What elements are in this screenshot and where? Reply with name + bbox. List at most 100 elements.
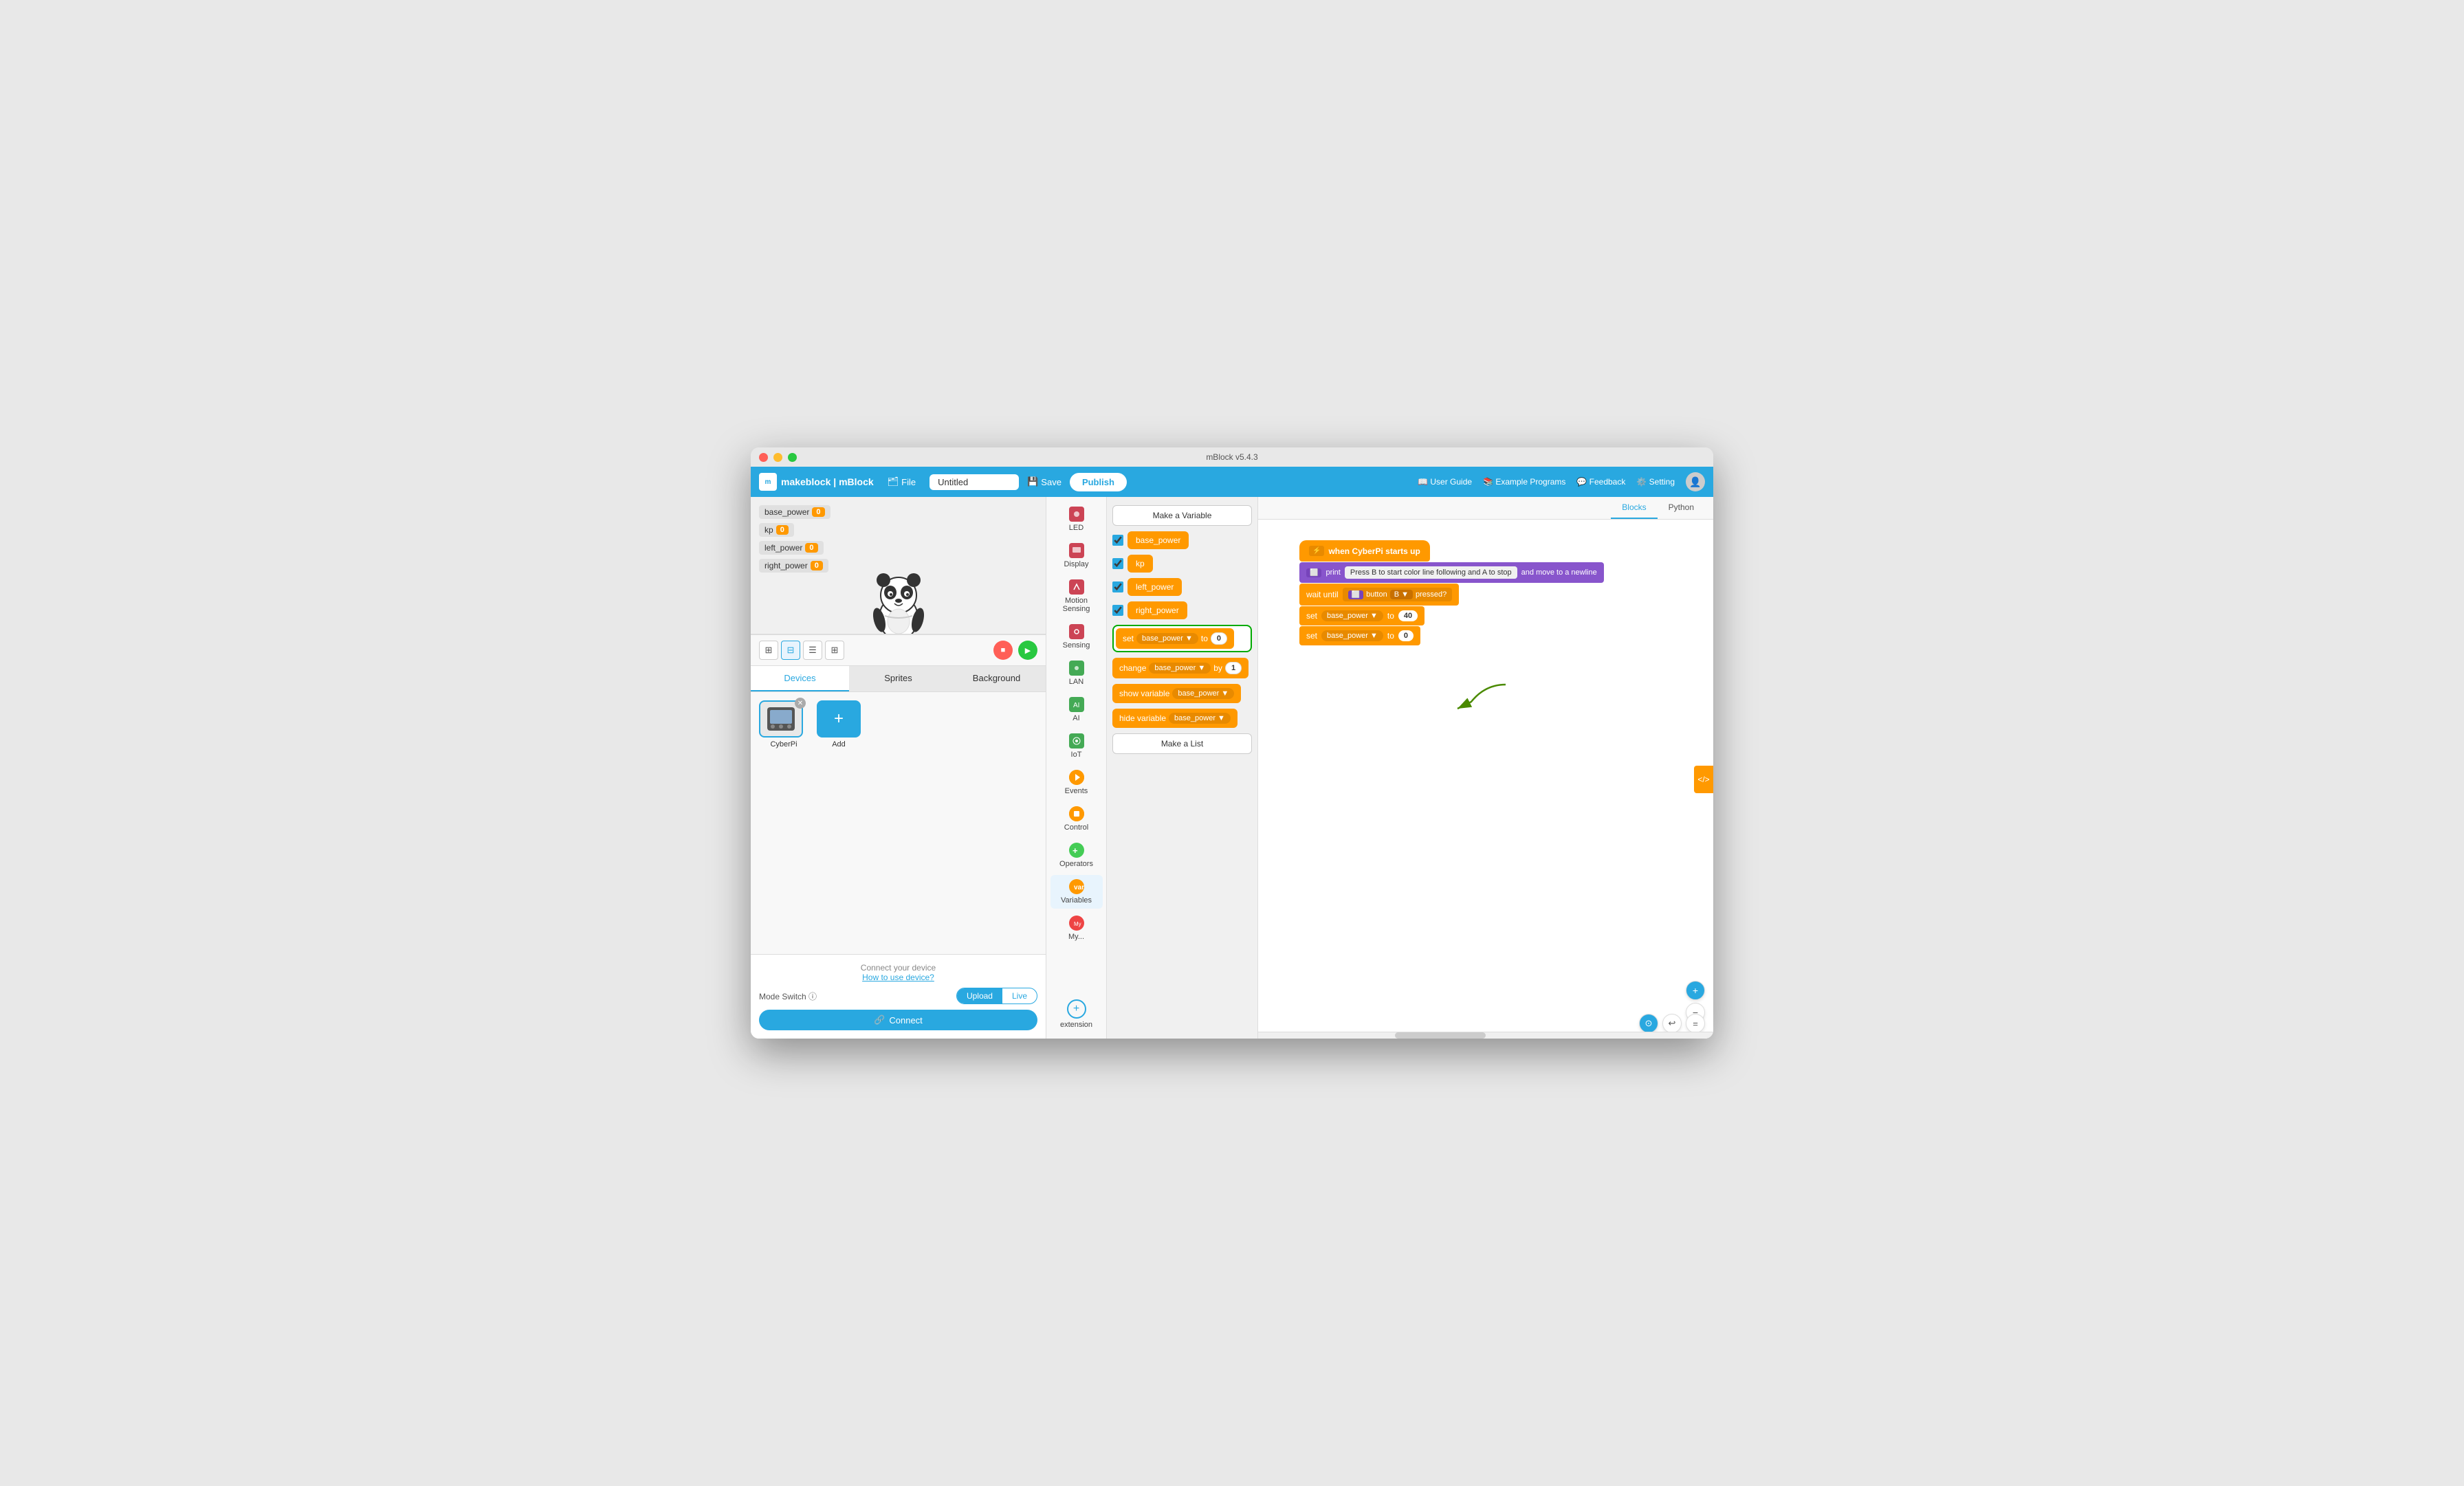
code-toggle-btn[interactable]: </> bbox=[1694, 766, 1713, 793]
button-b[interactable]: B ▼ bbox=[1390, 590, 1413, 599]
publish-button[interactable]: Publish bbox=[1070, 473, 1127, 491]
maximize-button[interactable] bbox=[788, 453, 797, 462]
show-var-dropdown[interactable]: base_power ▼ bbox=[1172, 688, 1234, 699]
cat-control[interactable]: Control bbox=[1050, 802, 1103, 836]
checkbox-left-power-input[interactable] bbox=[1112, 581, 1123, 592]
cat-my-blocks[interactable]: My My... bbox=[1050, 911, 1103, 945]
project-name-input[interactable] bbox=[930, 474, 1019, 490]
tabs-area: Devices Sprites Background bbox=[751, 666, 1046, 692]
how-to-link[interactable]: How to use device? bbox=[759, 973, 1037, 982]
minimize-button[interactable] bbox=[773, 453, 782, 462]
mode-switch-row: Mode Switch ⓘ Upload Live bbox=[759, 988, 1037, 1004]
var-dropdown[interactable]: base_power ▼ bbox=[1136, 633, 1198, 644]
set-0-label: set bbox=[1306, 631, 1317, 641]
set-40-block[interactable]: set base_power ▼ to 40 bbox=[1299, 606, 1424, 625]
tab-devices[interactable]: Devices bbox=[751, 666, 849, 691]
canvas-tab-blocks[interactable]: Blocks bbox=[1611, 497, 1657, 519]
equals-btn[interactable]: = bbox=[1686, 1014, 1705, 1033]
connect-button[interactable]: 🔗 Connect bbox=[759, 1010, 1037, 1030]
block-kp[interactable]: kp bbox=[1128, 555, 1153, 573]
zoom-in-btn[interactable]: + bbox=[1686, 981, 1705, 1000]
show-block-inner[interactable]: show variable base_power ▼ bbox=[1112, 684, 1241, 703]
mode-buttons: Upload Live bbox=[956, 988, 1037, 1004]
app-window: mBlock v5.4.3 m makeblock | mBlock 🗂 Fil… bbox=[751, 447, 1713, 1039]
var-row-base-power: base_power 0 bbox=[759, 505, 1037, 519]
cat-variables[interactable]: var Variables bbox=[1050, 875, 1103, 909]
feedback-link[interactable]: 💬 Feedback bbox=[1576, 477, 1625, 487]
make-variable-btn[interactable]: Make a Variable bbox=[1112, 505, 1252, 526]
setting-link[interactable]: ⚙️ Setting bbox=[1636, 477, 1675, 487]
h-scrollbar[interactable] bbox=[1258, 1032, 1713, 1039]
set-40-var[interactable]: base_power ▼ bbox=[1321, 610, 1383, 621]
set-0-var[interactable]: base_power ▼ bbox=[1321, 630, 1383, 641]
code-canvas: Blocks Python ⚡ when CyberPi starts up ⬜… bbox=[1258, 497, 1713, 1039]
set-block-highlighted[interactable]: set base_power ▼ to 0 bbox=[1112, 625, 1252, 652]
file-menu[interactable]: 🗂 File bbox=[882, 474, 921, 490]
block-right-power[interactable]: right_power bbox=[1128, 601, 1187, 619]
show-variable-block[interactable]: show variable base_power ▼ bbox=[1112, 684, 1252, 703]
event-block[interactable]: ⚡ when CyberPi starts up bbox=[1299, 540, 1430, 562]
value-pill[interactable]: 0 bbox=[1211, 632, 1227, 645]
grid2-view-btn[interactable]: ⊟ bbox=[781, 641, 800, 660]
make-list-btn[interactable]: Make a List bbox=[1112, 733, 1252, 754]
view-icon-group: ⊞ ⊟ ☰ ⊞ bbox=[759, 641, 844, 660]
sensing-label: Sensing bbox=[1063, 641, 1090, 650]
device-close-btn[interactable]: ✕ bbox=[795, 698, 806, 709]
cat-extension[interactable]: + extension bbox=[1050, 995, 1103, 1033]
cat-iot[interactable]: IoT bbox=[1050, 729, 1103, 763]
scrollbar-thumb[interactable] bbox=[1395, 1032, 1486, 1039]
hide-var-dropdown[interactable]: base_power ▼ bbox=[1169, 713, 1231, 724]
canvas-tab-python[interactable]: Python bbox=[1658, 497, 1705, 519]
tab-sprites[interactable]: Sprites bbox=[849, 666, 947, 691]
block-left-power[interactable]: left_power bbox=[1128, 578, 1182, 596]
set-0-value[interactable]: 0 bbox=[1398, 630, 1414, 641]
run-button[interactable]: ▶ bbox=[1018, 641, 1037, 660]
add-device-btn[interactable]: + bbox=[817, 700, 861, 738]
wait-until-block[interactable]: wait until ⬜ button B ▼ pressed? bbox=[1299, 584, 1459, 606]
bottom-controls: ⊙ ↩ = bbox=[1639, 1014, 1705, 1033]
block-base-power[interactable]: base_power bbox=[1128, 531, 1189, 549]
expand-view-btn[interactable]: ⊞ bbox=[759, 641, 778, 660]
cat-events[interactable]: Events bbox=[1050, 766, 1103, 799]
hide-variable-block[interactable]: hide variable base_power ▼ bbox=[1112, 709, 1252, 728]
checkbox-base-power-input[interactable] bbox=[1112, 535, 1123, 546]
close-button[interactable] bbox=[759, 453, 768, 462]
events-icon bbox=[1069, 770, 1084, 785]
canvas-area[interactable]: ⚡ when CyberPi starts up ⬜ print Press B… bbox=[1258, 520, 1713, 1039]
change-value-pill[interactable]: 1 bbox=[1225, 662, 1242, 674]
example-programs-link[interactable]: 📚 Example Programs bbox=[1483, 477, 1565, 487]
checkbox-kp-input[interactable] bbox=[1112, 558, 1123, 569]
print-block[interactable]: ⬜ print Press B to start color line foll… bbox=[1299, 562, 1604, 583]
cat-motion-sensing[interactable]: Motion Sensing bbox=[1050, 575, 1103, 617]
user-avatar[interactable]: 👤 bbox=[1686, 472, 1705, 491]
code-block-stack: ⚡ when CyberPi starts up ⬜ print Press B… bbox=[1299, 540, 1604, 645]
cat-display[interactable]: Display bbox=[1050, 539, 1103, 573]
save-button[interactable]: 💾 Save bbox=[1027, 476, 1062, 487]
print-text: Press B to start color line following an… bbox=[1345, 566, 1517, 579]
cat-lan[interactable]: LAN bbox=[1050, 656, 1103, 690]
display-label: Display bbox=[1064, 560, 1088, 568]
set-0-block[interactable]: set base_power ▼ to 0 bbox=[1299, 626, 1420, 645]
reset-view-btn[interactable]: ⊙ bbox=[1639, 1014, 1658, 1033]
hide-block-inner[interactable]: hide variable base_power ▼ bbox=[1112, 709, 1238, 728]
panda-image bbox=[864, 566, 933, 634]
change-block-inner[interactable]: change base_power ▼ by 1 bbox=[1112, 658, 1248, 678]
undo-btn[interactable]: ↩ bbox=[1662, 1014, 1682, 1033]
checkbox-right-power-input[interactable] bbox=[1112, 605, 1123, 616]
cat-sensing[interactable]: Sensing bbox=[1050, 620, 1103, 654]
stop-button[interactable]: ■ bbox=[993, 641, 1013, 660]
upload-mode-btn[interactable]: Upload bbox=[957, 988, 1002, 1003]
cat-operators[interactable]: + Operators bbox=[1050, 839, 1103, 872]
list-view-btn[interactable]: ☰ bbox=[803, 641, 822, 660]
live-mode-btn[interactable]: Live bbox=[1002, 988, 1037, 1003]
change-var-dropdown[interactable]: base_power ▼ bbox=[1149, 663, 1211, 674]
cat-ai[interactable]: AI AI bbox=[1050, 693, 1103, 727]
set-40-value[interactable]: 40 bbox=[1398, 610, 1418, 621]
cat-led[interactable]: LED bbox=[1050, 502, 1103, 536]
user-guide-link[interactable]: 📖 User Guide bbox=[1418, 477, 1472, 487]
save-label: Save bbox=[1041, 477, 1062, 487]
tab-background[interactable]: Background bbox=[947, 666, 1046, 691]
change-block[interactable]: change base_power ▼ by 1 bbox=[1112, 658, 1252, 678]
grid4-view-btn[interactable]: ⊞ bbox=[825, 641, 844, 660]
set-block[interactable]: set base_power ▼ to 0 bbox=[1116, 628, 1234, 649]
